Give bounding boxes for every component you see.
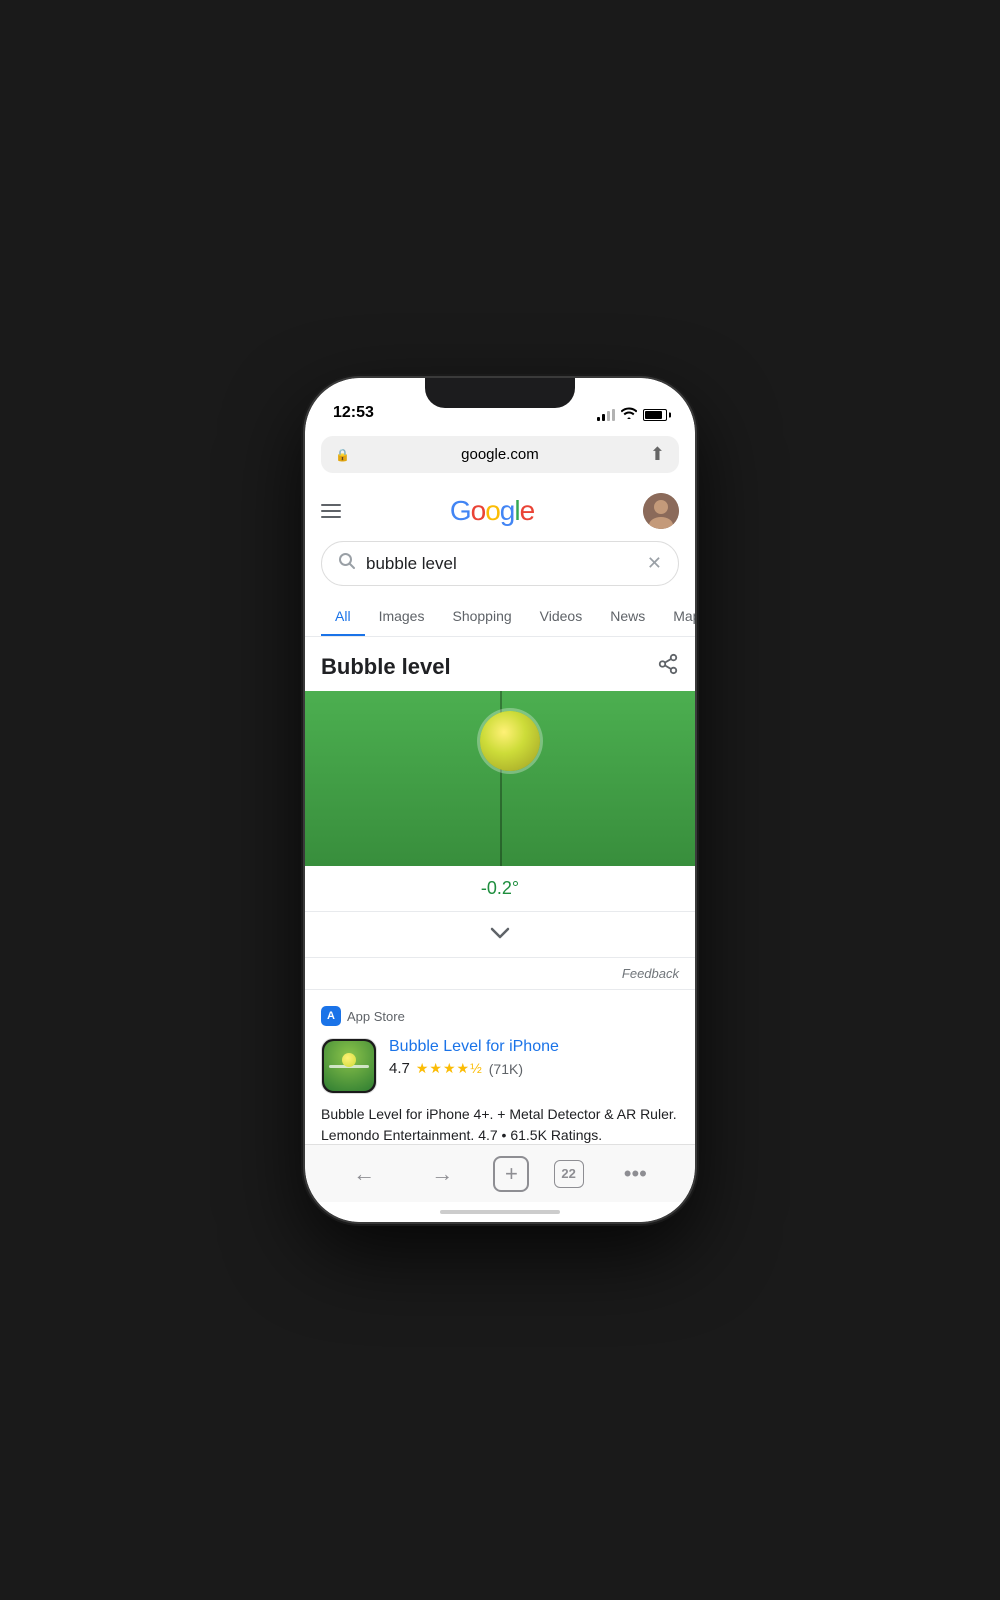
screen: 12:53 [305, 378, 695, 1222]
google-header: Google [305, 481, 695, 541]
tab-images[interactable]: Images [365, 598, 439, 636]
wifi-icon [621, 407, 637, 422]
browser-menu-button[interactable]: ••• [608, 1157, 663, 1191]
widget-title: Bubble level [321, 654, 451, 680]
google-logo: Google [450, 495, 534, 527]
url-bar[interactable]: 🔒 google.com ⬆ [321, 436, 679, 473]
widget-share-button[interactable] [657, 653, 679, 681]
clear-search-button[interactable]: ✕ [647, 553, 662, 574]
tab-count: 22 [561, 1166, 575, 1181]
forward-icon: → [431, 1161, 453, 1187]
main-content: Google bubble le [305, 481, 695, 1144]
app-icon [321, 1038, 377, 1094]
tab-maps[interactable]: Maps [659, 598, 695, 636]
search-icon [338, 552, 356, 575]
expand-button[interactable] [305, 912, 695, 958]
tab-all[interactable]: All [321, 598, 365, 636]
bottom-navigation: ← → + 22 ••• [305, 1144, 695, 1202]
phone-frame: 12:53 [305, 378, 695, 1222]
forward-button[interactable]: → [415, 1157, 469, 1191]
app-name[interactable]: Bubble Level for iPhone [389, 1038, 679, 1056]
bubble-level-widget: Bubble level [305, 637, 695, 990]
tab-news[interactable]: News [596, 598, 659, 636]
battery-icon [643, 409, 667, 421]
tab-shopping[interactable]: Shopping [438, 598, 525, 636]
back-icon: ← [353, 1161, 375, 1187]
user-avatar[interactable] [643, 493, 679, 529]
bubble-circle [480, 711, 540, 771]
search-bar[interactable]: bubble level ✕ [321, 541, 679, 586]
status-time: 12:53 [333, 404, 374, 422]
back-button[interactable]: ← [337, 1157, 391, 1191]
url-text: google.com [358, 446, 642, 463]
signal-icon [597, 409, 615, 421]
notch [425, 378, 575, 408]
app-store-name: App Store [347, 1009, 405, 1024]
tab-videos[interactable]: Videos [526, 598, 597, 636]
url-bar-container: 🔒 google.com ⬆ [305, 428, 695, 481]
share-icon[interactable]: ⬆ [650, 444, 665, 465]
app-listing: Bubble Level for iPhone 4.7 ★★★★½ (71K) [321, 1038, 679, 1094]
app-rating-row: 4.7 ★★★★½ (71K) [389, 1060, 679, 1077]
browser-menu-icon: ••• [624, 1161, 647, 1187]
app-description: Bubble Level for iPhone 4+. + Metal Dete… [321, 1104, 679, 1144]
status-icons [597, 407, 667, 422]
search-tabs: All Images Shopping Videos News Maps B [305, 598, 695, 637]
new-tab-button[interactable]: + [493, 1156, 529, 1192]
lock-icon: 🔒 [335, 448, 350, 462]
new-tab-icon: + [505, 1161, 518, 1187]
app-info: Bubble Level for iPhone 4.7 ★★★★½ (71K) [389, 1038, 679, 1094]
tab-count-button[interactable]: 22 [554, 1160, 584, 1188]
app-store-card: A App Store Bubble Level for iPhone 4.7 … [305, 990, 695, 1144]
home-indicator [305, 1202, 695, 1222]
home-bar [440, 1210, 560, 1214]
app-stars: ★★★★½ [416, 1060, 483, 1077]
app-store-icon: A [321, 1006, 341, 1026]
app-store-label: A App Store [321, 1006, 679, 1026]
app-rating-number: 4.7 [389, 1060, 410, 1077]
hamburger-menu-button[interactable] [321, 504, 341, 518]
bubble-degree-value: -0.2° [305, 866, 695, 912]
app-reviews: (71K) [489, 1061, 523, 1077]
feedback-link[interactable]: Feedback [305, 958, 695, 990]
bubble-level-display[interactable] [305, 691, 695, 866]
search-query: bubble level [366, 554, 637, 574]
widget-header: Bubble level [305, 637, 695, 691]
